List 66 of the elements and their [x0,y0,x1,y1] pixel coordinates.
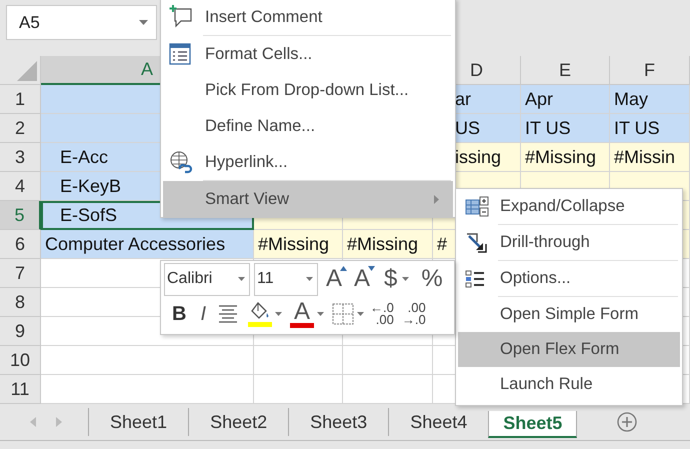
sheet-tab[interactable]: Sheet2 [188,408,288,436]
font-color-button[interactable]: A [290,300,314,328]
font-name-dropdown[interactable]: Calibri [164,262,250,296]
expand-collapse-icon [465,196,489,218]
menu-item[interactable]: Open Simple Form [458,297,680,332]
table-cell: IT US [521,114,610,143]
caret-icon[interactable] [317,312,324,316]
row-header[interactable]: 11 [0,375,41,404]
row-header[interactable]: 5 [0,201,41,230]
menu-item[interactable]: Expand/Collapse [458,189,680,224]
decrease-decimal-button[interactable]: .00 →.0 [400,302,428,326]
caret-icon[interactable] [238,277,245,281]
name-box[interactable]: A5 [6,5,157,40]
italic-button[interactable]: I [198,300,208,328]
caret-icon[interactable] [275,312,282,316]
options-list-icon [465,268,485,288]
table-cell: IT US [610,114,690,143]
up-triangle-icon [340,266,348,271]
row-header[interactable]: 10 [0,346,41,375]
sheet-tab[interactable]: Sheet1 [88,408,188,436]
table-cell: #Missing [343,230,433,259]
table-cell: May [610,85,690,114]
menu-item[interactable]: Smart View [163,181,453,217]
paint-bucket-icon [249,302,272,322]
row-header[interactable]: 3 [0,143,41,172]
submenu-arrow-icon [434,194,439,204]
table-cell: #Missing [254,230,343,259]
table-cell: Computer Accessories [41,230,254,259]
percent-button[interactable]: % [419,265,445,293]
table-cell: #Missing [521,143,610,172]
row-header[interactable]: 1 [0,85,41,114]
caret-icon[interactable] [306,277,313,281]
row-header[interactable]: 9 [0,317,41,346]
menu-item[interactable]: Options... [458,261,680,296]
borders-icon[interactable] [332,303,354,325]
currency-button[interactable]: $ [382,265,400,293]
row-header[interactable]: 8 [0,288,41,317]
table-cell: Apr [521,85,610,114]
bold-button[interactable]: B [170,300,188,328]
column-header[interactable]: E [521,56,610,85]
caret-icon[interactable] [139,20,148,25]
row-header[interactable]: 6 [0,230,41,259]
shrink-font-button[interactable]: A [352,265,372,293]
font-size-dropdown[interactable]: 11 [254,262,318,296]
row-header[interactable]: 2 [0,114,41,143]
caret-icon[interactable] [357,312,364,316]
caret-icon[interactable] [402,277,410,281]
sheet-tab[interactable]: Sheet5 [488,411,578,438]
align-center-icon[interactable] [218,304,238,324]
grow-font-button[interactable]: A [324,265,344,293]
down-triangle-icon [368,266,376,271]
drill-arrow-icon [465,232,487,254]
globe-link-icon [169,150,193,174]
menu-item[interactable]: Insert Comment [163,0,453,35]
sheet-tab[interactable]: Sheet3 [288,408,388,436]
add-sheet-icon[interactable] [617,412,638,432]
column-header[interactable]: F [610,56,690,85]
row-header[interactable]: 7 [0,259,41,288]
menu-item[interactable]: Open Flex Form [458,332,680,367]
comment-icon [169,5,193,29]
increase-decimal-button[interactable]: ←.0 .00 [368,302,396,326]
fill-color-button[interactable] [248,300,272,328]
list-icon [169,43,191,65]
row-header[interactable]: 4 [0,172,41,201]
table-cell: #Missin [610,143,690,172]
menu-item[interactable]: Launch Rule [458,367,680,402]
